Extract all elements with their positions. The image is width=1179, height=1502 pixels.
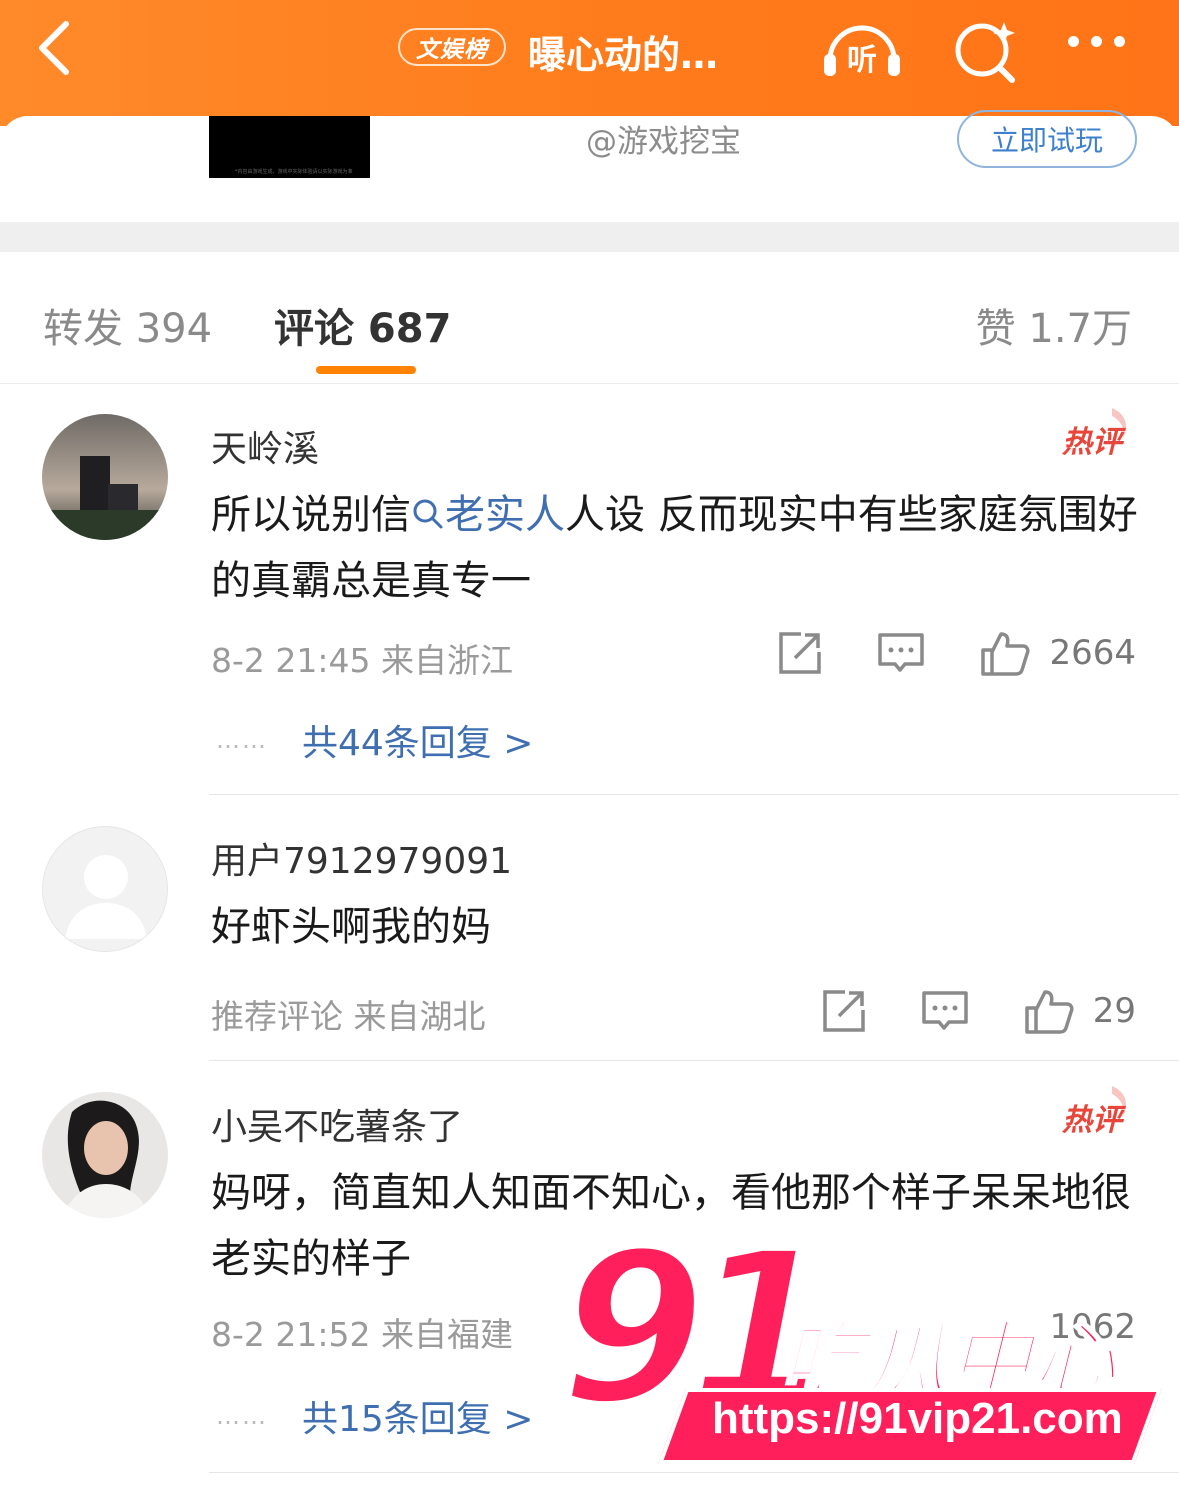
listen-icon-text: 听 — [847, 43, 877, 78]
like-button[interactable]: 2664 — [979, 630, 1136, 676]
tab-like[interactable]: 赞 1.7万 — [976, 296, 1132, 354]
tab-comment[interactable]: 评论 687 — [274, 296, 451, 354]
section-divider — [0, 222, 1179, 252]
hot-badge-text: 热评 — [1061, 425, 1127, 458]
like-count: 1062 — [1049, 1307, 1136, 1347]
thumbs-up-icon — [1024, 990, 1074, 1034]
avatar[interactable] — [42, 1092, 168, 1218]
username[interactable]: 小吴不吃薯条了 — [211, 1098, 463, 1150]
comment-text: 所以说别信 老实人人设 反而现实中有些家庭氛围好的真霸总是真专一 — [211, 492, 1138, 604]
topic-tag[interactable]: 文娱榜 — [398, 28, 506, 66]
hot-comment-badge: 热评 — [1061, 408, 1127, 458]
comment-meta: 8-2 21:45 来自浙江 — [211, 641, 513, 680]
more-icon[interactable] — [1068, 36, 1138, 56]
comment-divider — [209, 1060, 1179, 1061]
try-now-button[interactable]: 立即试玩 — [957, 110, 1137, 168]
comment-text: 好虾头啊我的妈 — [211, 904, 491, 950]
comment-actions: 29 — [819, 986, 1136, 1036]
view-replies-link[interactable]: …… 共15条回复 > — [216, 1390, 533, 1442]
game-thumbnail[interactable]: *内容由游戏生成，游戏中实际体验请以实际游戏为准 — [209, 116, 370, 178]
username[interactable]: 天岭溪 — [211, 420, 319, 472]
share-icon[interactable] — [775, 630, 827, 676]
top-bar: 文娱榜 曝心动的… 听 — [0, 0, 1179, 126]
hot-comment-badge: 热评 — [1061, 1086, 1127, 1136]
promo-handle[interactable]: @游戏挖宝 — [586, 116, 741, 161]
comment-icon[interactable] — [919, 988, 971, 1034]
search-icon — [413, 499, 443, 529]
comment-divider — [209, 794, 1179, 795]
avatar[interactable] — [42, 826, 168, 952]
watermark-url: https://91vip21.com — [712, 1394, 1123, 1443]
back-arrow-icon[interactable] — [30, 18, 80, 78]
like-count: 29 — [1092, 991, 1136, 1031]
comment-meta: 推荐评论 来自湖北 — [211, 997, 486, 1036]
tab-bar: 转发 394 评论 687 赞 1.7万 — [0, 252, 1179, 384]
search-sparkle-icon[interactable] — [944, 16, 1028, 84]
comment-divider — [209, 1472, 1179, 1473]
username[interactable]: 用户7912979091 — [211, 832, 512, 884]
comment-text: 妈呀，简直知人知面不知心，看他那个样子呆呆地很老实的样子 — [211, 1170, 1131, 1282]
avatar[interactable] — [42, 414, 168, 540]
like-button[interactable]: 1062 — [1049, 1307, 1136, 1347]
thumbnail-caption: *内容由游戏生成，游戏中实际体验请以实际游戏为准 — [235, 169, 353, 175]
listen-icon[interactable]: 听 — [820, 16, 904, 84]
like-count: 2664 — [1049, 633, 1136, 673]
watermark-url-banner — [658, 1388, 1162, 1464]
promo-card: *内容由游戏生成，游戏中实际体验请以实际游戏为准 @游戏挖宝 立即试玩 — [0, 110, 1179, 224]
comment-meta: 8-2 21:52 来自福建 — [211, 1315, 513, 1354]
comment-actions: 2664 — [775, 628, 1136, 678]
topic-link[interactable]: 老实人 — [411, 492, 565, 538]
tab-repost[interactable]: 转发 394 — [43, 296, 212, 354]
share-icon[interactable] — [819, 988, 871, 1034]
thumbs-up-icon — [981, 632, 1030, 676]
page-title: 曝心动的… — [528, 33, 719, 77]
view-replies-link[interactable]: …… 共44条回复 > — [216, 714, 533, 766]
comment-icon[interactable] — [875, 630, 927, 676]
hot-badge-text: 热评 — [1061, 1103, 1127, 1136]
like-button[interactable]: 29 — [1023, 988, 1136, 1034]
active-tab-indicator — [316, 366, 416, 374]
comment-actions: 1062 — [1049, 1302, 1136, 1352]
